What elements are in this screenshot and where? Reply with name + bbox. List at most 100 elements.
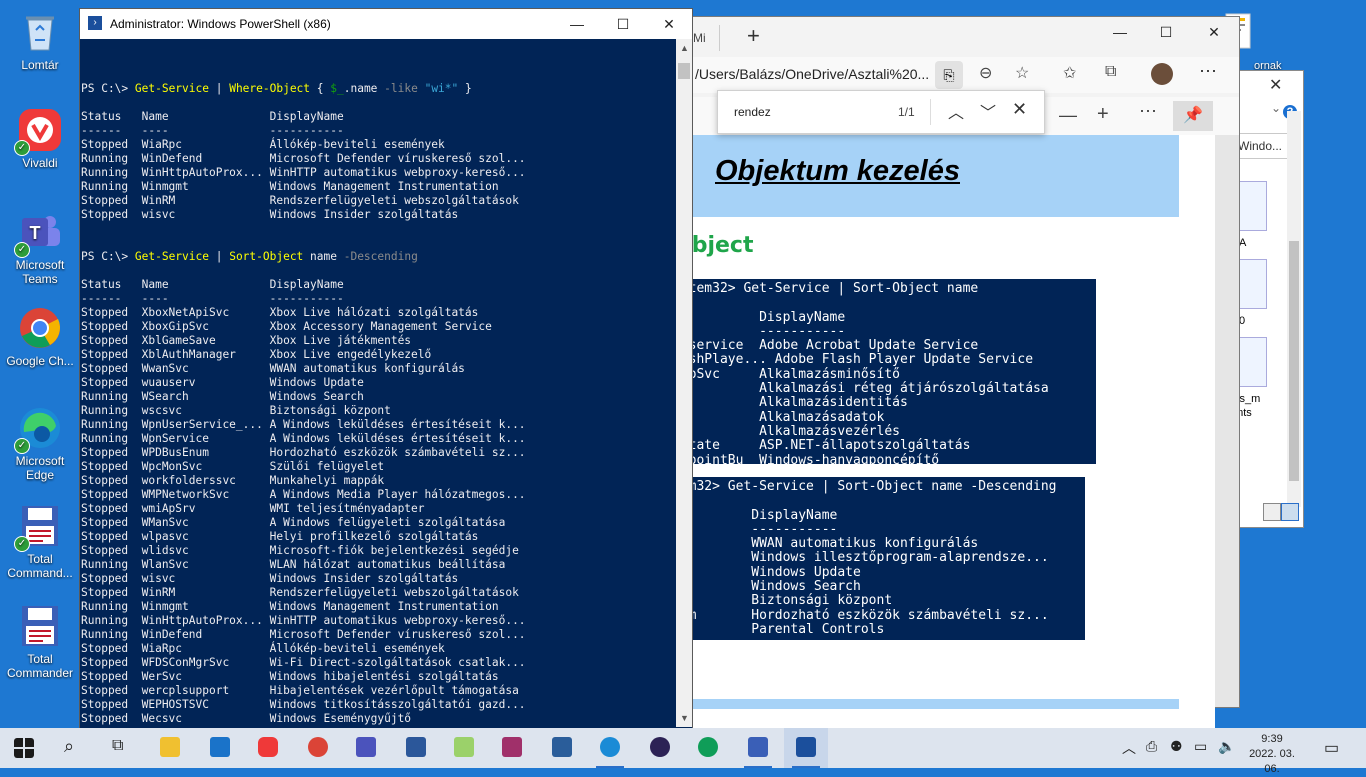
people-icon[interactable]: ⚉	[1170, 738, 1183, 755]
desktop-icon-label: Vivaldi	[22, 156, 58, 170]
table-row: Stopped XboxNetApiSvc Xbox Live hálózati…	[81, 306, 479, 319]
usb-icon[interactable]: ⎙	[1146, 738, 1157, 755]
zoom-out-icon[interactable]: —	[1059, 105, 1077, 126]
more-options-icon[interactable]: ⋯	[1139, 101, 1157, 122]
desktop-icon-total-commander-2[interactable]: Total Commander	[4, 604, 76, 680]
scrollbar[interactable]	[1287, 111, 1301, 507]
table-row: Stopped XboxGipSvc Xbox Accessory Manage…	[81, 320, 492, 333]
find-close-icon[interactable]: ✕	[1012, 99, 1027, 120]
new-tab-icon[interactable]: +	[747, 23, 760, 49]
table-row: Running WpnUserService_... A Windows lek…	[81, 418, 526, 431]
notepad-plus-icon[interactable]	[442, 728, 486, 768]
code-block-1: ystem32> Get-Service | Sort-Object name​…	[673, 279, 1096, 464]
close-button[interactable]: ✕	[1191, 17, 1237, 47]
chevron-down-icon[interactable]: ⌄	[1271, 101, 1281, 115]
zoom-icon[interactable]: ⊖	[979, 63, 992, 83]
maximize-button[interactable]: ☐	[1143, 17, 1189, 47]
scrollbar[interactable]: ▲ ▼	[676, 39, 692, 727]
task-view-icon[interactable]: ⧉	[98, 728, 142, 768]
table-row: Running WlanSvc WLAN hálózat automatikus…	[81, 558, 506, 571]
table-underline: ------ ---- -----------	[81, 292, 344, 305]
find-on-page-icon[interactable]: ⎘	[935, 61, 963, 89]
table-row: Stopped WPDBusEnum Hordozható eszközök s…	[81, 446, 526, 459]
favorites-icon[interactable]: ✩	[1063, 63, 1076, 83]
edge-icon[interactable]	[588, 728, 632, 768]
desktop-icon-label: Google Ch...	[6, 354, 74, 368]
code-line: tupSvc Alkalmazásminősítő	[673, 366, 900, 382]
scrollbar-thumb[interactable]	[678, 63, 690, 79]
table-row: Stopped WiaRpc Állókép-beviteli eseménye…	[81, 642, 445, 655]
powershell-window[interactable]: › Administrator: Windows PowerShell (x86…	[79, 8, 693, 730]
scroll-down-icon[interactable]: ▼	[680, 713, 689, 723]
table-row: Running WpnService A Windows leküldéses …	[81, 432, 526, 445]
view-icon[interactable]	[1263, 503, 1281, 521]
checkmark-icon: ✓	[14, 536, 30, 552]
zoom-in-icon[interactable]: +	[1097, 103, 1109, 126]
chrome-icon[interactable]	[296, 728, 340, 768]
edge-titlebar[interactable]: Mi + — ☐ ✕	[673, 17, 1239, 57]
code-line: Parental Controls	[673, 621, 885, 637]
desktop-icon-recycle-bin[interactable]: Lomtár	[4, 10, 76, 72]
favorite-add-icon[interactable]: ☆	[1015, 63, 1029, 83]
virtualbox-icon[interactable]	[540, 728, 584, 768]
desktop-icon-teams[interactable]: T ✓ Microsoft Teams	[4, 210, 76, 286]
find-next-icon[interactable]: ﹀	[980, 99, 996, 123]
show-hidden-icons-icon[interactable]: ︿	[1122, 738, 1136, 758]
table-row: Stopped WwanSvc WWAN automatikus konfigu…	[81, 362, 465, 375]
table-row: Running WinHttpAutoProx... WinHTTP autom…	[81, 166, 526, 179]
code-line: -----------	[673, 521, 838, 537]
avatar[interactable]	[1151, 63, 1173, 85]
start-button[interactable]	[2, 728, 46, 768]
eclipse-icon[interactable]	[638, 728, 682, 768]
volume-icon[interactable]: 🔈	[1218, 738, 1235, 755]
desktop-icon-vivaldi[interactable]: ✓ Vivaldi	[4, 108, 76, 170]
search-box[interactable]: Windo...	[1235, 133, 1295, 159]
find-previous-icon[interactable]: ︿	[948, 99, 964, 123]
file-explorer-icon[interactable]	[148, 728, 192, 768]
table-row: Stopped WiaRpc Állókép-beviteli eseménye…	[81, 138, 445, 151]
mail-icon[interactable]	[198, 728, 242, 768]
desktop-icon-label: Total Command...	[7, 552, 73, 580]
code-line: ​	[673, 296, 1096, 310]
code-line: v Windows Update	[673, 564, 861, 580]
teams-icon: T ✓	[14, 210, 62, 258]
scroll-up-icon[interactable]: ▲	[680, 43, 689, 53]
tab-title[interactable]: Mi	[693, 31, 706, 45]
teams-icon[interactable]	[344, 728, 388, 768]
find-input[interactable]: rendez	[734, 105, 771, 119]
desktop-icon-total-commander[interactable]: ✓ Total Command...	[4, 504, 76, 580]
address-url[interactable]: /Users/Balázs/OneDrive/Asztali%20...	[695, 66, 929, 82]
winrar-icon[interactable]	[490, 728, 534, 768]
desktop-icon-chrome[interactable]: Google Ch...	[4, 306, 76, 368]
pdf-viewer[interactable]: — + ⋯ 📌 Objektum kezelés Object ystem32>…	[673, 97, 1239, 765]
more-icon[interactable]: ⋯	[1199, 61, 1217, 82]
network-icon[interactable]: ▭	[1194, 738, 1207, 755]
clock[interactable]: 9:39 2022. 03. 06.	[1240, 732, 1304, 777]
checkmark-icon: ✓	[14, 140, 30, 156]
pin-icon[interactable]: 📌	[1173, 101, 1213, 131]
collections-icon[interactable]: ⧉	[1105, 63, 1116, 81]
desktop-icon-edge[interactable]: ✓ Microsoft Edge	[4, 406, 76, 482]
vivaldi-icon[interactable]	[246, 728, 290, 768]
scrollbar-thumb[interactable]	[1289, 241, 1299, 481]
word-icon[interactable]	[394, 728, 438, 768]
edge-addressbar[interactable]: /Users/Balázs/OneDrive/Asztali%20... ⎘ ⊖…	[673, 57, 1239, 93]
table-row: Stopped WFDSConMgrSvc Wi-Fi Direct-szolg…	[81, 656, 526, 669]
minimize-button[interactable]: —	[1097, 17, 1143, 47]
powershell-titlebar[interactable]: › Administrator: Windows PowerShell (x86…	[80, 9, 692, 39]
powershell-icon[interactable]	[784, 728, 828, 768]
pdf-page-next	[673, 679, 1215, 709]
chrome-profile-icon[interactable]	[686, 728, 730, 768]
notifications-icon[interactable]: ▭	[1324, 738, 1339, 758]
view-icon[interactable]	[1281, 503, 1299, 521]
minimize-button[interactable]: —	[554, 9, 600, 39]
maximize-button[interactable]: ☐	[600, 9, 646, 39]
total-commander-icon[interactable]	[736, 728, 780, 768]
divider	[930, 99, 931, 125]
console-output[interactable]: PS C:\> Get-Service | Where-Object { $_.…	[81, 39, 675, 727]
find-bar[interactable]: rendez 1/1 ︿ ﹀ ✕	[717, 90, 1045, 134]
edge-icon: ✓	[14, 406, 62, 454]
search-icon[interactable]: ⌕	[50, 728, 94, 768]
close-button[interactable]: ✕	[646, 9, 692, 39]
close-icon[interactable]: ✕	[1269, 75, 1282, 95]
